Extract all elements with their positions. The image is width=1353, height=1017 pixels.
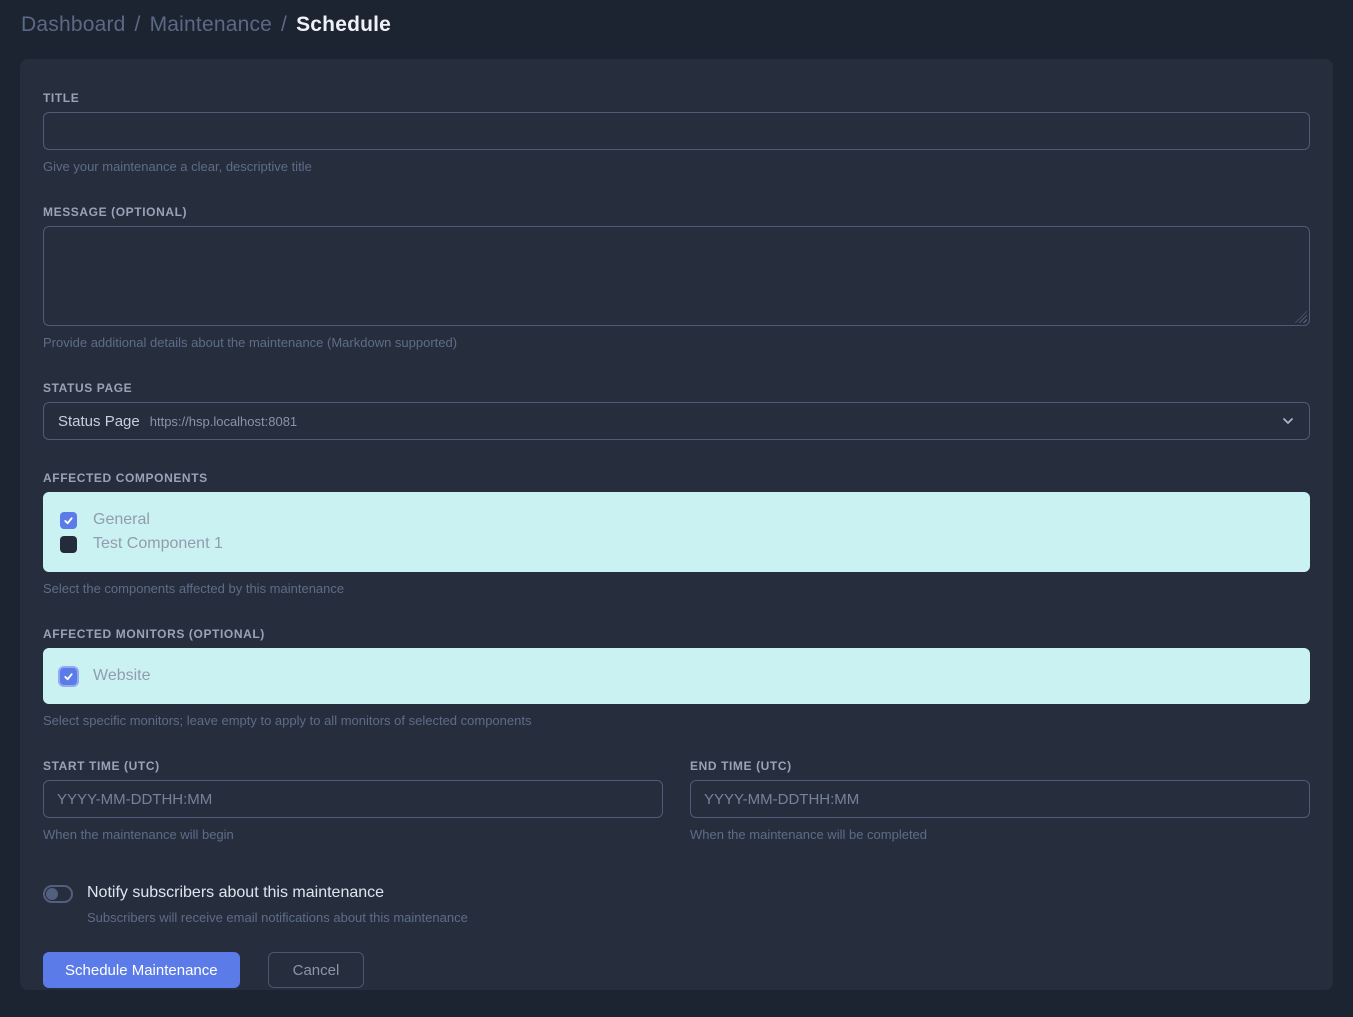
- message-label: MESSAGE (OPTIONAL): [43, 205, 1310, 219]
- notify-toggle-helper: Subscribers will receive email notificat…: [87, 910, 468, 925]
- message-textarea-wrap: [43, 226, 1310, 326]
- components-helper: Select the components affected by this m…: [43, 581, 1310, 596]
- notify-toggle-label: Notify subscribers about this maintenanc…: [87, 884, 468, 902]
- title-input[interactable]: [43, 112, 1310, 150]
- monitors-helper: Select specific monitors; leave empty to…: [43, 713, 1310, 728]
- schedule-maintenance-form: TITLE Give your maintenance a clear, des…: [20, 59, 1333, 990]
- breadcrumb: Dashboard / Maintenance / Schedule: [21, 13, 1332, 37]
- title-helper: Give your maintenance a clear, descripti…: [43, 159, 1310, 174]
- start-time-label: START TIME (UTC): [43, 759, 663, 773]
- monitors-field-group: AFFECTED MONITORS (OPTIONAL) Website Sel…: [43, 627, 1310, 728]
- title-field-group: TITLE Give your maintenance a clear, des…: [43, 91, 1310, 174]
- monitor-option-label: Website: [93, 667, 151, 685]
- top-bar: Dashboard / Maintenance / Schedule: [0, 0, 1353, 51]
- status-page-selected-url: https://hsp.localhost:8081: [150, 414, 297, 429]
- message-textarea[interactable]: [43, 226, 1310, 326]
- components-field-group: AFFECTED COMPONENTS General Test Compone…: [43, 471, 1310, 596]
- status-page-select[interactable]: Status Page https://hsp.localhost:8081: [43, 402, 1310, 440]
- monitors-list-box: Website: [43, 648, 1310, 704]
- message-field-group: MESSAGE (OPTIONAL) Provide additional de…: [43, 205, 1310, 350]
- breadcrumb-current-page: Schedule: [296, 13, 391, 37]
- component-option-test-component-1[interactable]: Test Component 1: [60, 532, 1293, 556]
- end-time-field-group: END TIME (UTC) When the maintenance will…: [690, 759, 1310, 842]
- start-time-helper: When the maintenance will begin: [43, 827, 663, 842]
- breadcrumb-link-maintenance[interactable]: Maintenance: [150, 13, 272, 37]
- component-option-label: General: [93, 511, 150, 529]
- status-page-label: STATUS PAGE: [43, 381, 1310, 395]
- start-time-input[interactable]: [43, 780, 663, 818]
- component-option-label: Test Component 1: [93, 535, 223, 553]
- toggle-knob-icon: [46, 888, 58, 900]
- start-time-field-group: START TIME (UTC) When the maintenance wi…: [43, 759, 663, 842]
- status-page-selected-name: Status Page: [58, 413, 140, 430]
- main-content: TITLE Give your maintenance a clear, des…: [0, 59, 1353, 990]
- checkbox-icon[interactable]: [60, 536, 77, 553]
- title-label: TITLE: [43, 91, 1310, 105]
- schedule-maintenance-button[interactable]: Schedule Maintenance: [43, 952, 240, 988]
- components-label: AFFECTED COMPONENTS: [43, 471, 1310, 485]
- chevron-down-icon: [1281, 414, 1295, 428]
- notify-toggle-group: Notify subscribers about this maintenanc…: [43, 884, 1310, 925]
- breadcrumb-separator: /: [135, 13, 141, 37]
- breadcrumb-link-dashboard[interactable]: Dashboard: [21, 13, 126, 37]
- component-option-general[interactable]: General: [60, 508, 1293, 532]
- monitor-option-website[interactable]: Website: [60, 664, 1293, 688]
- cancel-button[interactable]: Cancel: [268, 952, 365, 988]
- time-fields-row: START TIME (UTC) When the maintenance wi…: [43, 759, 1310, 842]
- breadcrumb-separator: /: [281, 13, 287, 37]
- message-helper: Provide additional details about the mai…: [43, 335, 1310, 350]
- notify-subscribers-toggle[interactable]: [43, 885, 73, 903]
- end-time-label: END TIME (UTC): [690, 759, 1310, 773]
- checkbox-icon[interactable]: [60, 668, 77, 685]
- status-page-field-group: STATUS PAGE Status Page https://hsp.loca…: [43, 381, 1310, 440]
- form-actions: Schedule Maintenance Cancel: [43, 952, 1310, 988]
- components-list-box: General Test Component 1: [43, 492, 1310, 572]
- end-time-input[interactable]: [690, 780, 1310, 818]
- checkbox-icon[interactable]: [60, 512, 77, 529]
- end-time-helper: When the maintenance will be completed: [690, 827, 1310, 842]
- monitors-label: AFFECTED MONITORS (OPTIONAL): [43, 627, 1310, 641]
